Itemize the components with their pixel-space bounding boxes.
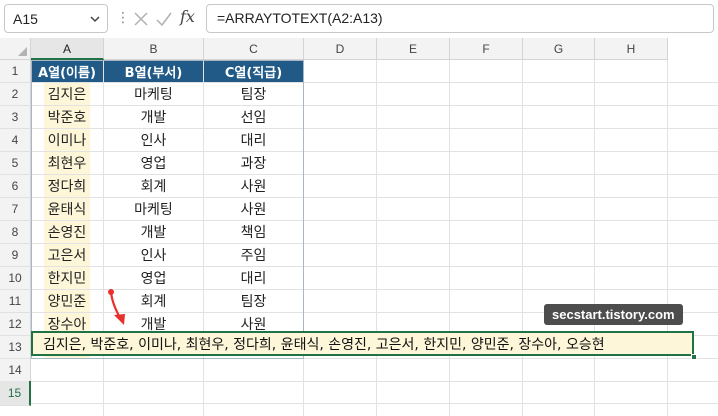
row-header-12[interactable]: 12	[0, 313, 31, 336]
row-header-8[interactable]: 8	[0, 221, 31, 244]
row-header-7[interactable]: 7	[0, 198, 31, 221]
gridline	[594, 60, 595, 416]
column-header-h[interactable]: H	[595, 38, 668, 60]
row-header-15[interactable]: 15	[0, 381, 31, 406]
column-header-d[interactable]: D	[304, 38, 377, 60]
select-all-button[interactable]	[0, 38, 31, 60]
chevron-down-icon[interactable]	[89, 13, 101, 25]
name-box-value: A15	[13, 11, 38, 27]
formula-bar: A15 ⋮ fx =ARRAYTOTEXT(A2:A13)	[0, 0, 718, 38]
gridline	[31, 381, 718, 382]
insert-function-button[interactable]: fx	[180, 7, 195, 26]
row-header-11[interactable]: 11	[0, 290, 31, 313]
check-icon[interactable]	[154, 9, 174, 29]
column-header-b[interactable]: B	[104, 38, 204, 60]
row-header-6[interactable]: 6	[0, 175, 31, 198]
formula-bar-separator: ⋮	[116, 10, 130, 26]
result-cell-a15[interactable]: 김지은, 박준호, 이미나, 최현우, 정다희, 윤태식, 손영진, 고은서, …	[31, 331, 694, 356]
column-header-a[interactable]: A	[31, 38, 104, 60]
row-header-3[interactable]: 3	[0, 106, 31, 129]
row-header-9[interactable]: 9	[0, 244, 31, 267]
column-header-c[interactable]: C	[204, 38, 304, 60]
worksheet-grid[interactable]: A B C D E F G H 1 2 3 4 5 6 7 8 9 10 11 12 13 14 15 A열(이름) B열(부서…	[0, 38, 718, 416]
column-header-g[interactable]: G	[523, 38, 595, 60]
row-header-5[interactable]: 5	[0, 152, 31, 175]
name-box[interactable]: A15	[4, 4, 108, 33]
row-header-10[interactable]: 10	[0, 267, 31, 290]
watermark: secstart.tistory.com	[544, 304, 683, 325]
close-icon[interactable]	[131, 9, 151, 29]
table-outline	[31, 60, 304, 359]
row-header-13[interactable]: 13	[0, 336, 31, 359]
formula-text: =ARRAYTOTEXT(A2:A13)	[217, 10, 383, 26]
column-header-e[interactable]: E	[377, 38, 450, 60]
gridline	[449, 60, 450, 416]
row-header-2[interactable]: 2	[0, 83, 31, 106]
row-header-14[interactable]: 14	[0, 359, 31, 382]
gridline	[376, 60, 377, 416]
red-arrow-annotation	[108, 289, 125, 325]
fill-handle[interactable]	[691, 354, 697, 360]
formula-input[interactable]: =ARRAYTOTEXT(A2:A13)	[206, 4, 714, 33]
row-header-1[interactable]: 1	[0, 60, 31, 83]
gridline	[522, 60, 523, 416]
gridline	[31, 403, 718, 404]
row-header-4[interactable]: 4	[0, 129, 31, 152]
gridline	[667, 60, 668, 416]
column-header-f[interactable]: F	[450, 38, 523, 60]
